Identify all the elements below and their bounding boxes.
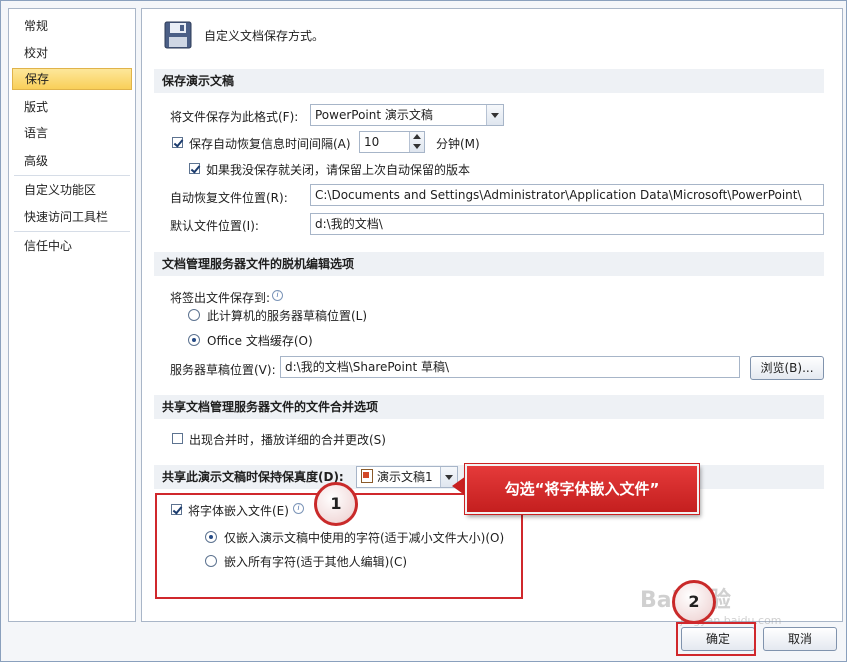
step-badge-1: 1 — [314, 482, 358, 526]
nav-item-layout[interactable]: 版式 — [12, 96, 132, 118]
section-heading-merge: 共享文档管理服务器文件的文件合并选项 — [154, 395, 824, 419]
callout-pointer — [452, 476, 466, 496]
save-format-label: 将文件保存为此格式(F): — [170, 110, 299, 124]
step-badge-2: 2 — [672, 580, 716, 624]
fidelity-heading-label: 共享此演示文稿时保持保真度(D): — [162, 470, 344, 484]
browse-button[interactable]: 浏览(B)... — [750, 356, 824, 380]
nav-item-quick-access-toolbar[interactable]: 快速访问工具栏 — [12, 206, 132, 228]
presentation-select-value: 演示文稿1 — [377, 470, 433, 484]
server-drafts-radio[interactable] — [188, 309, 200, 321]
section-heading-offline: 文档管理服务器文件的脱机编辑选项 — [154, 252, 824, 276]
instruction-callout: 勾选“将字体嵌入文件” — [465, 464, 699, 514]
chevron-down-icon — [486, 105, 503, 125]
floppy-disk-icon — [164, 21, 192, 49]
server-drafts-label: 此计算机的服务器草稿位置(L) — [207, 309, 368, 323]
presentation-file-icon — [361, 469, 373, 483]
spinner-arrows-icon[interactable] — [409, 132, 424, 152]
autorecover-checkbox[interactable] — [172, 137, 183, 148]
minutes-label: 分钟(M) — [436, 137, 480, 151]
nav-item-proofing[interactable]: 校对 — [12, 42, 132, 64]
autorecover-interval-value: 10 — [364, 135, 380, 149]
nav-item-trust-center[interactable]: 信任中心 — [12, 235, 132, 257]
page-title: 自定义文档保存方式。 — [204, 29, 325, 43]
save-checkout-label: 将签出文件保存到: — [170, 291, 271, 305]
autorecover-interval-stepper[interactable]: 10 — [359, 131, 425, 153]
default-location-label: 默认文件位置(I): — [170, 219, 259, 233]
keep-last-version-label: 如果我没保存就关闭，请保留上次自动保留的版本 — [206, 163, 471, 177]
nav-separator — [14, 175, 130, 176]
server-drafts-location-input[interactable]: d:\我的文档\SharePoint 草稿\ — [280, 356, 740, 378]
nav-item-general[interactable]: 常规 — [12, 15, 132, 37]
office-cache-radio[interactable] — [188, 334, 200, 346]
nav-item-language[interactable]: 语言 — [12, 122, 132, 144]
section-heading-save: 保存演示文稿 — [154, 69, 824, 93]
options-nav: 常规 校对 保存 版式 语言 高级 自定义功能区 快速访问工具栏 信任中心 — [8, 8, 136, 622]
office-cache-label: Office 文档缓存(O) — [207, 334, 313, 348]
default-location-input[interactable]: d:\我的文档\ — [310, 213, 824, 235]
autorecover-label: 保存自动恢复信息时间间隔(A) — [189, 137, 351, 151]
autorecover-location-label: 自动恢复文件位置(R): — [170, 191, 288, 205]
highlight-box-ok — [676, 622, 756, 656]
info-icon: i — [272, 290, 283, 301]
server-drafts-location-label: 服务器草稿位置(V): — [170, 363, 276, 377]
presentation-select[interactable]: 演示文稿1 — [356, 466, 458, 488]
nav-separator — [14, 231, 130, 232]
show-merge-details-checkbox[interactable] — [172, 433, 183, 444]
autorecover-location-input[interactable]: C:\Documents and Settings\Administrator\… — [310, 184, 824, 206]
show-merge-details-label: 出现合并时，播放详细的合并更改(S) — [189, 433, 386, 447]
nav-item-save[interactable]: 保存 — [12, 68, 132, 90]
nav-item-customize-ribbon[interactable]: 自定义功能区 — [12, 179, 132, 201]
keep-last-version-checkbox[interactable] — [189, 163, 200, 174]
save-format-value: PowerPoint 演示文稿 — [315, 108, 433, 122]
cancel-button[interactable]: 取消 — [763, 627, 837, 651]
save-format-select[interactable]: PowerPoint 演示文稿 — [310, 104, 504, 126]
nav-item-advanced[interactable]: 高级 — [12, 150, 132, 172]
